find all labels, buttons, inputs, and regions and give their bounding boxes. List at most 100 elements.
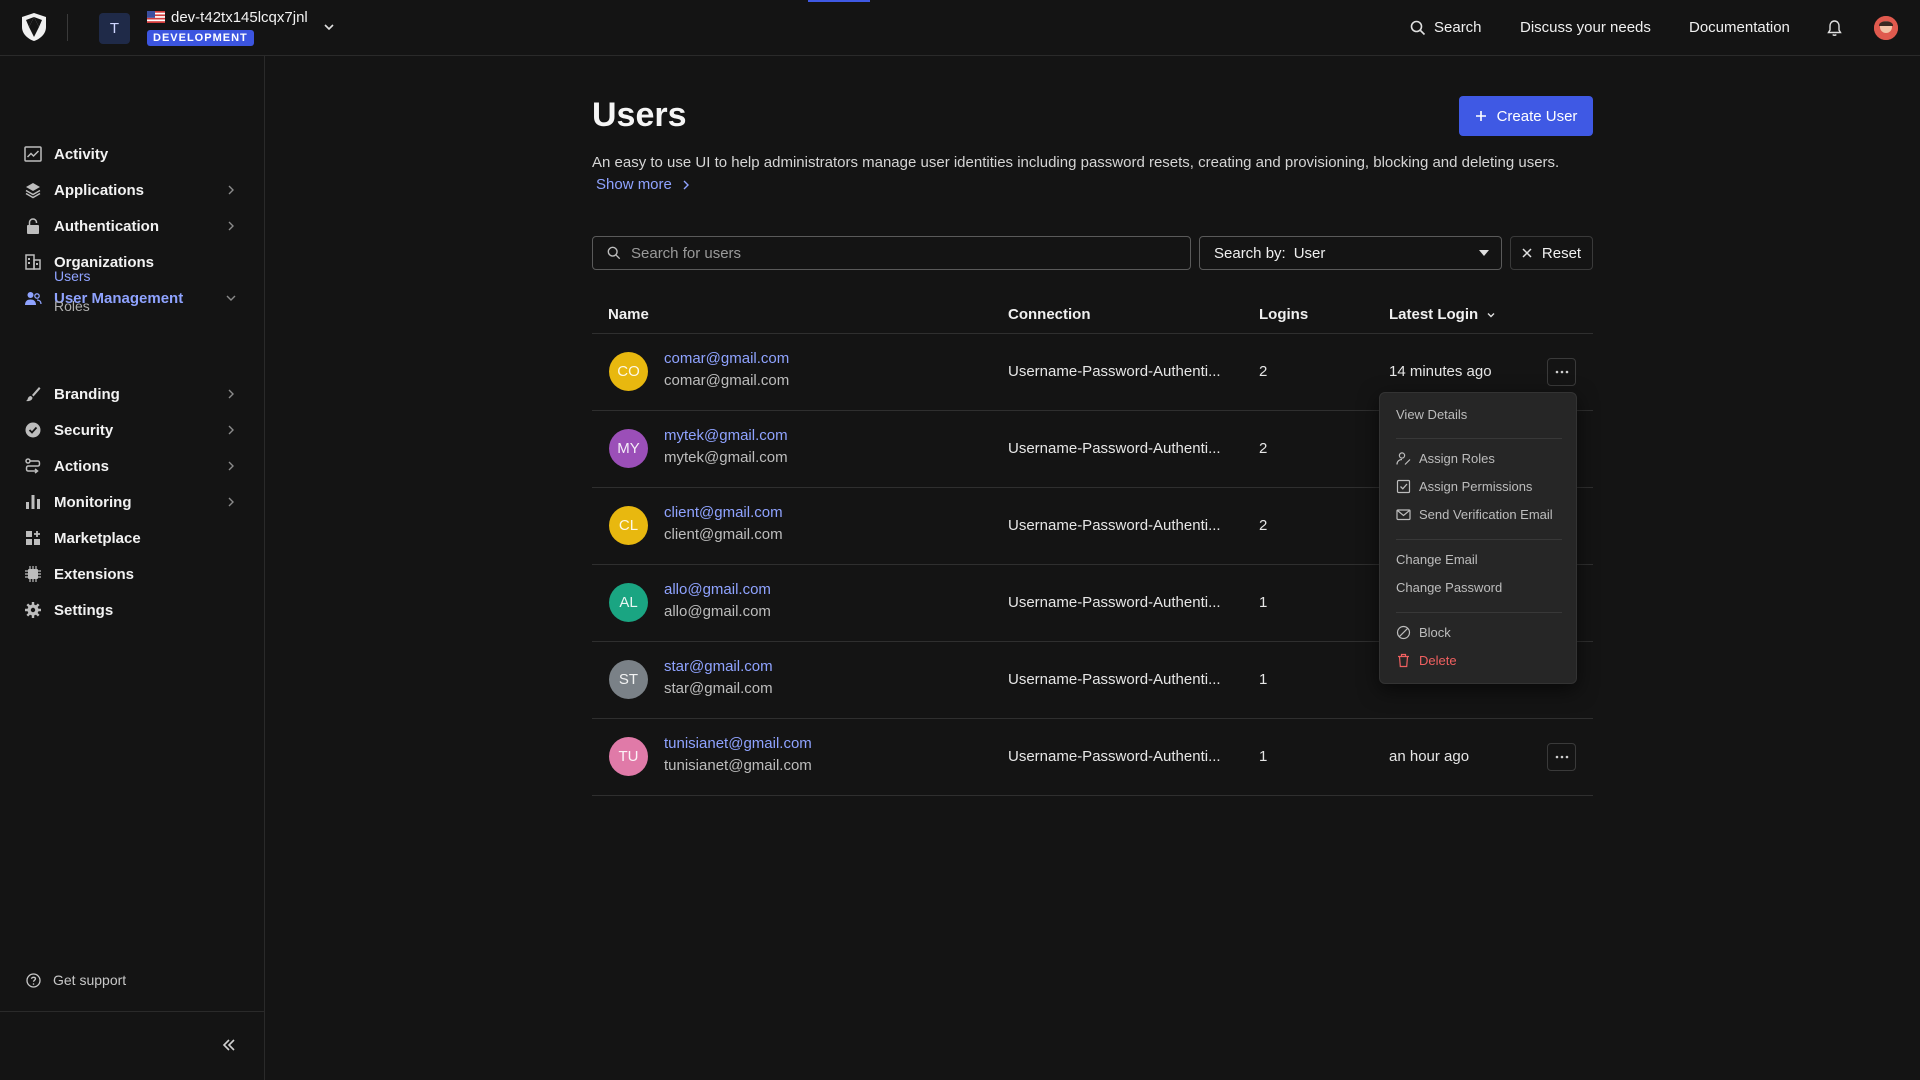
user-email: star@gmail.com <box>664 680 773 697</box>
sidebar-item-monitoring[interactable]: Monitoring <box>24 490 240 514</box>
menu-item-view-details[interactable]: View Details <box>1396 407 1467 422</box>
menu-item-block[interactable]: Block <box>1396 625 1451 640</box>
ellipsis-icon <box>1555 755 1568 759</box>
column-header-connection[interactable]: Connection <box>1008 306 1091 323</box>
user-search-field[interactable] <box>592 236 1191 270</box>
chevron-right-icon <box>228 425 234 435</box>
menu-divider <box>1396 539 1562 540</box>
chevron-down-icon[interactable] <box>322 20 336 34</box>
reset-button[interactable]: Reset <box>1510 236 1593 270</box>
more-actions-button[interactable] <box>1547 358 1576 386</box>
show-more-label: Show more <box>596 176 672 193</box>
get-support-link[interactable]: Get support <box>26 972 126 988</box>
documentation-link[interactable]: Documentation <box>1689 19 1790 36</box>
user-email: comar@gmail.com <box>664 372 790 389</box>
sidebar-item-marketplace[interactable]: Marketplace <box>24 526 240 550</box>
user-logins: 2 <box>1259 440 1268 457</box>
menu-item-assign-roles[interactable]: Assign Roles <box>1396 451 1495 466</box>
sidebar-item-branding[interactable]: Branding <box>24 382 240 406</box>
tenant-switcher[interactable]: dev-t42tx145lcqx7jnl DEVELOPMENT <box>147 8 308 46</box>
user-connection: Username-Password-Authenti... <box>1008 748 1221 765</box>
search-input[interactable] <box>631 244 1171 262</box>
column-header-name[interactable]: Name <box>608 306 649 323</box>
menu-divider <box>1396 612 1562 613</box>
menu-item-change-password[interactable]: Change Password <box>1396 580 1502 595</box>
menu-item-assign-permissions[interactable]: Assign Permissions <box>1396 479 1532 494</box>
chevron-down-icon <box>1487 312 1495 317</box>
gear-icon <box>25 602 41 618</box>
bell-icon[interactable] <box>1826 19 1843 37</box>
show-more-link[interactable]: Show more <box>596 176 690 193</box>
sidebar-subitem-users[interactable]: Users <box>54 268 91 284</box>
sidebar-item-label: Actions <box>54 457 110 475</box>
user-latest-login: an hour ago <box>1389 748 1470 765</box>
top-header: T dev-t42tx145lcqx7jnl DEVELOPMENT Searc… <box>0 0 1920 56</box>
get-support-label: Get support <box>53 972 127 988</box>
sidebar-item-label: Branding <box>54 385 120 403</box>
sidebar: Activity Applications Authentication Org… <box>0 56 265 1080</box>
sidebar-item-label: Marketplace <box>54 529 141 547</box>
user-name-link[interactable]: comar@gmail.com <box>664 350 789 367</box>
page-title: Users <box>592 96 687 134</box>
header-search-button[interactable]: Search <box>1410 19 1482 36</box>
user-logins: 1 <box>1259 594 1268 611</box>
search-icon <box>607 246 621 260</box>
user-latest-login: 14 minutes ago <box>1389 363 1492 380</box>
lock-icon <box>27 218 39 234</box>
user-connection: Username-Password-Authenti... <box>1008 594 1221 611</box>
sidebar-item-applications[interactable]: Applications <box>24 178 240 202</box>
user-name-link[interactable]: tunisianet@gmail.com <box>664 735 812 752</box>
user-connection: Username-Password-Authenti... <box>1008 517 1221 534</box>
user-email: mytek@gmail.com <box>664 449 788 466</box>
sidebar-subitem-roles[interactable]: Roles <box>54 298 90 314</box>
checkbox-icon <box>1396 479 1411 494</box>
chevron-right-icon <box>683 180 689 189</box>
menu-item-label: Send Verification Email <box>1419 507 1553 522</box>
more-actions-button[interactable] <box>1547 743 1576 771</box>
sidebar-item-security[interactable]: Security <box>24 418 240 442</box>
user-avatar[interactable] <box>1874 16 1898 40</box>
user-name-link[interactable]: star@gmail.com <box>664 658 773 675</box>
user-actions-menu: View Details Assign Roles Assign Permiss… <box>1379 392 1577 684</box>
create-user-button[interactable]: Create User <box>1459 96 1593 136</box>
chip-icon <box>25 566 41 582</box>
user-name-link[interactable]: mytek@gmail.com <box>664 427 788 444</box>
menu-divider <box>1396 438 1562 439</box>
auth0-logo-icon[interactable] <box>20 12 48 42</box>
reset-label: Reset <box>1541 244 1582 262</box>
search-icon <box>1410 20 1426 35</box>
column-header-latest-login[interactable]: Latest Login <box>1389 306 1496 323</box>
menu-item-send-verification-email[interactable]: Send Verification Email <box>1396 507 1553 522</box>
bar-chart-icon <box>26 495 40 509</box>
sidebar-item-actions[interactable]: Actions <box>24 454 240 478</box>
tenant-avatar[interactable]: T <box>99 13 130 44</box>
user-logins: 1 <box>1259 671 1268 688</box>
discuss-needs-link[interactable]: Discuss your needs <box>1520 19 1651 36</box>
menu-item-change-email[interactable]: Change Email <box>1396 552 1478 567</box>
sidebar-item-label: Monitoring <box>54 493 132 511</box>
us-flag-icon <box>147 11 165 23</box>
user-name-link[interactable]: allo@gmail.com <box>664 581 771 598</box>
sidebar-item-authentication[interactable]: Authentication <box>24 214 240 238</box>
sidebar-item-extensions[interactable]: Extensions <box>24 562 240 586</box>
menu-item-delete[interactable]: Delete <box>1396 653 1457 668</box>
loading-bar <box>808 0 870 2</box>
block-icon <box>1396 625 1411 640</box>
column-header-latest-login-label: Latest Login <box>1389 306 1479 323</box>
search-by-select[interactable]: Search by: User <box>1199 236 1502 270</box>
collapse-sidebar-icon[interactable] <box>220 1036 238 1054</box>
layers-icon <box>25 183 41 199</box>
sidebar-divider <box>0 1011 265 1012</box>
column-header-logins[interactable]: Logins <box>1259 306 1308 323</box>
actions-icon <box>25 458 41 474</box>
sidebar-item-activity[interactable]: Activity <box>24 142 240 166</box>
sidebar-item-label: Activity <box>54 145 109 163</box>
trash-icon <box>1398 653 1409 668</box>
avatar: ST <box>609 660 648 699</box>
user-connection: Username-Password-Authenti... <box>1008 440 1221 457</box>
page-description: An easy to use UI to help administrators… <box>592 154 1560 171</box>
chevron-right-icon <box>228 389 234 399</box>
user-name-link[interactable]: client@gmail.com <box>664 504 783 521</box>
user-tag-icon <box>1396 452 1411 465</box>
sidebar-item-settings[interactable]: Settings <box>24 598 240 622</box>
